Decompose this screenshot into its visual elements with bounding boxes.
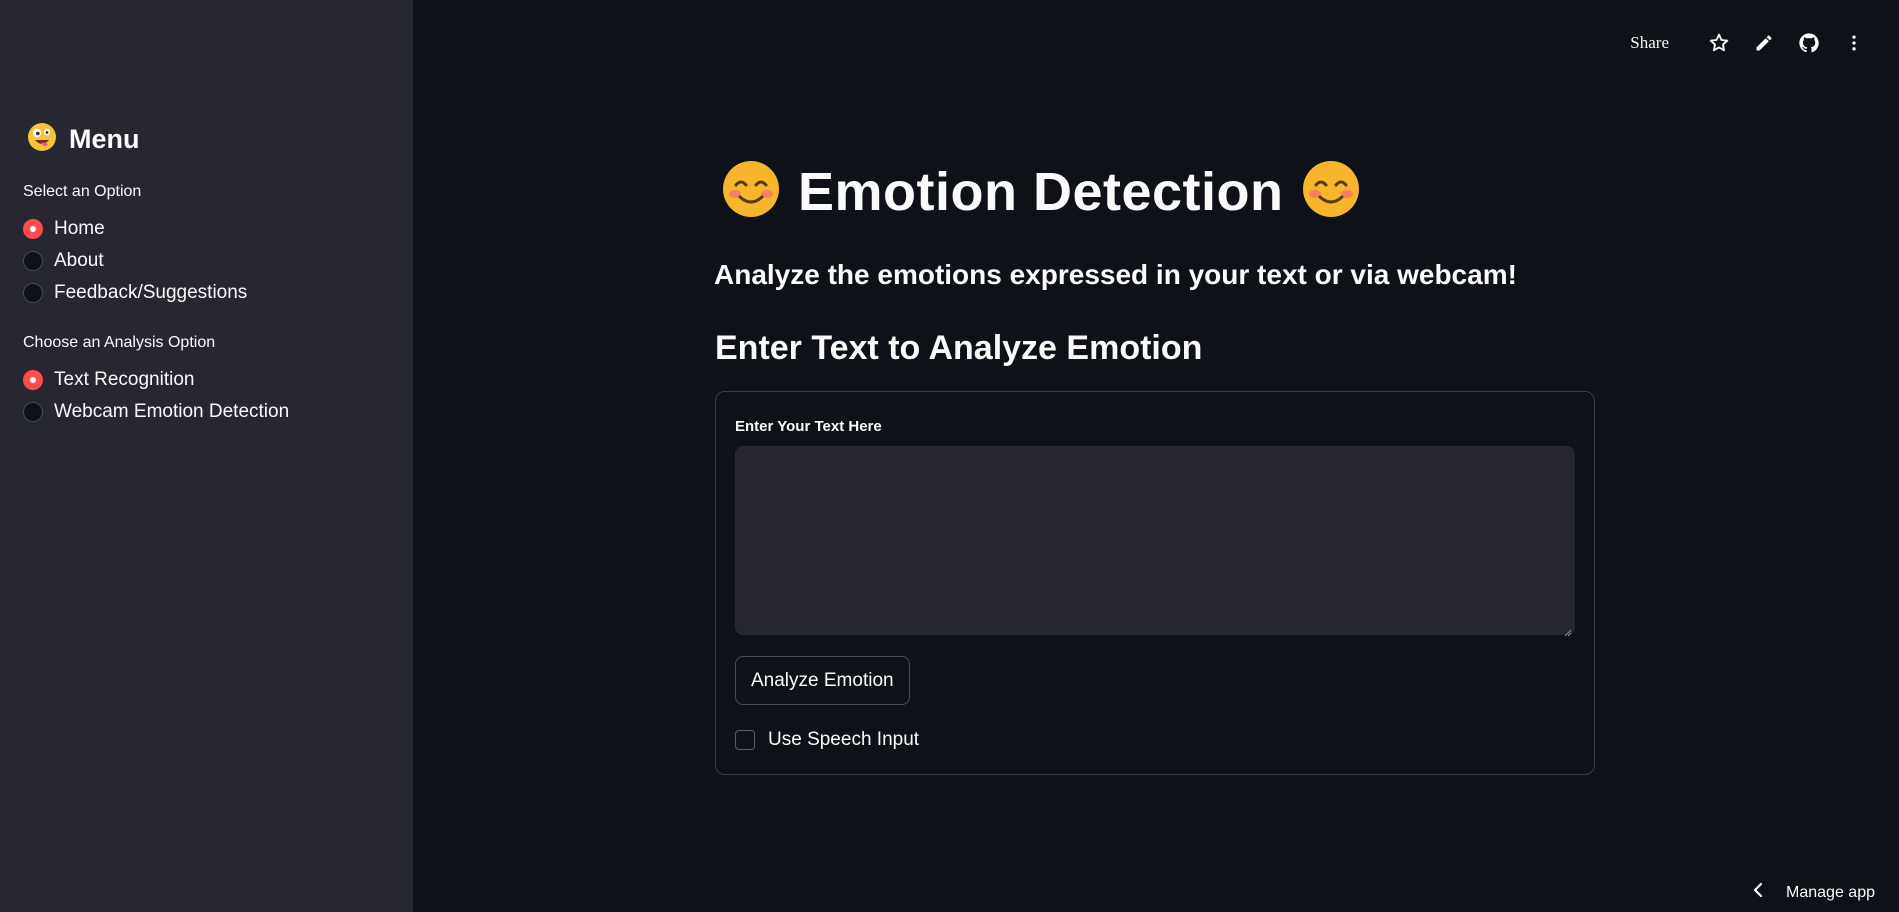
- radio-label: Webcam Emotion Detection: [54, 401, 290, 422]
- analysis-form: Enter Your Text Here Analyze Emotion Use…: [715, 391, 1595, 775]
- chevron-left-icon: [1752, 882, 1764, 902]
- radio-button[interactable]: [23, 283, 43, 303]
- page-title-text: Emotion Detection: [798, 161, 1284, 222]
- analysis-option-label: Choose an Analysis Option: [23, 334, 216, 351]
- page-subtitle: Analyze the emotions expressed in your t…: [714, 259, 1517, 290]
- resize-grip-icon[interactable]: [1564, 624, 1572, 637]
- analyze-emotion-button[interactable]: Analyze Emotion: [735, 656, 910, 705]
- radio-button[interactable]: [23, 219, 43, 239]
- top-toolbar: Share: [1630, 26, 1871, 60]
- emotion-text-input[interactable]: [735, 446, 1575, 635]
- pencil-icon[interactable]: [1747, 26, 1781, 60]
- radio-button[interactable]: [23, 251, 43, 271]
- speech-input-checkbox[interactable]: [735, 730, 755, 750]
- radio-text-recognition[interactable]: Text Recognition: [23, 364, 289, 396]
- select-option-label: Select an Option: [23, 183, 142, 200]
- speech-input-checkbox-row[interactable]: Use Speech Input: [735, 729, 919, 751]
- radio-label: Text Recognition: [54, 369, 195, 390]
- star-icon[interactable]: [1702, 26, 1736, 60]
- more-vertical-icon[interactable]: [1837, 26, 1871, 60]
- page-title: Emotion Detection: [722, 160, 1360, 223]
- manage-app-button[interactable]: Manage app: [1752, 882, 1875, 902]
- manage-app-label: Manage app: [1786, 883, 1875, 901]
- smiling-face-icon: [722, 160, 780, 223]
- radio-feedback[interactable]: Feedback/Suggestions: [23, 277, 247, 309]
- section-heading: Enter Text to Analyze Emotion: [715, 329, 1203, 367]
- radio-button[interactable]: [23, 370, 43, 390]
- analysis-option-radio-group: Text Recognition Webcam Emotion Detectio…: [23, 364, 289, 428]
- sidebar: Menu Select an Option Home About Feedbac…: [0, 0, 413, 912]
- share-button[interactable]: Share: [1630, 33, 1669, 53]
- radio-label: About: [54, 250, 104, 271]
- select-option-radio-group: Home About Feedback/Suggestions: [23, 213, 247, 309]
- text-field-label: Enter Your Text Here: [735, 418, 882, 435]
- radio-label: Feedback/Suggestions: [54, 282, 248, 303]
- app-root: Menu Select an Option Home About Feedbac…: [0, 0, 1899, 912]
- radio-webcam-detection[interactable]: Webcam Emotion Detection: [23, 396, 289, 428]
- smiling-face-icon: [1302, 160, 1360, 223]
- zany-face-icon: [27, 122, 57, 157]
- radio-label: Home: [54, 218, 105, 239]
- radio-about[interactable]: About: [23, 245, 247, 277]
- speech-input-label: Use Speech Input: [768, 729, 920, 750]
- radio-home[interactable]: Home: [23, 213, 247, 245]
- radio-button[interactable]: [23, 402, 43, 422]
- sidebar-title: Menu: [69, 124, 140, 154]
- sidebar-header: Menu: [27, 122, 140, 157]
- github-icon[interactable]: [1792, 26, 1826, 60]
